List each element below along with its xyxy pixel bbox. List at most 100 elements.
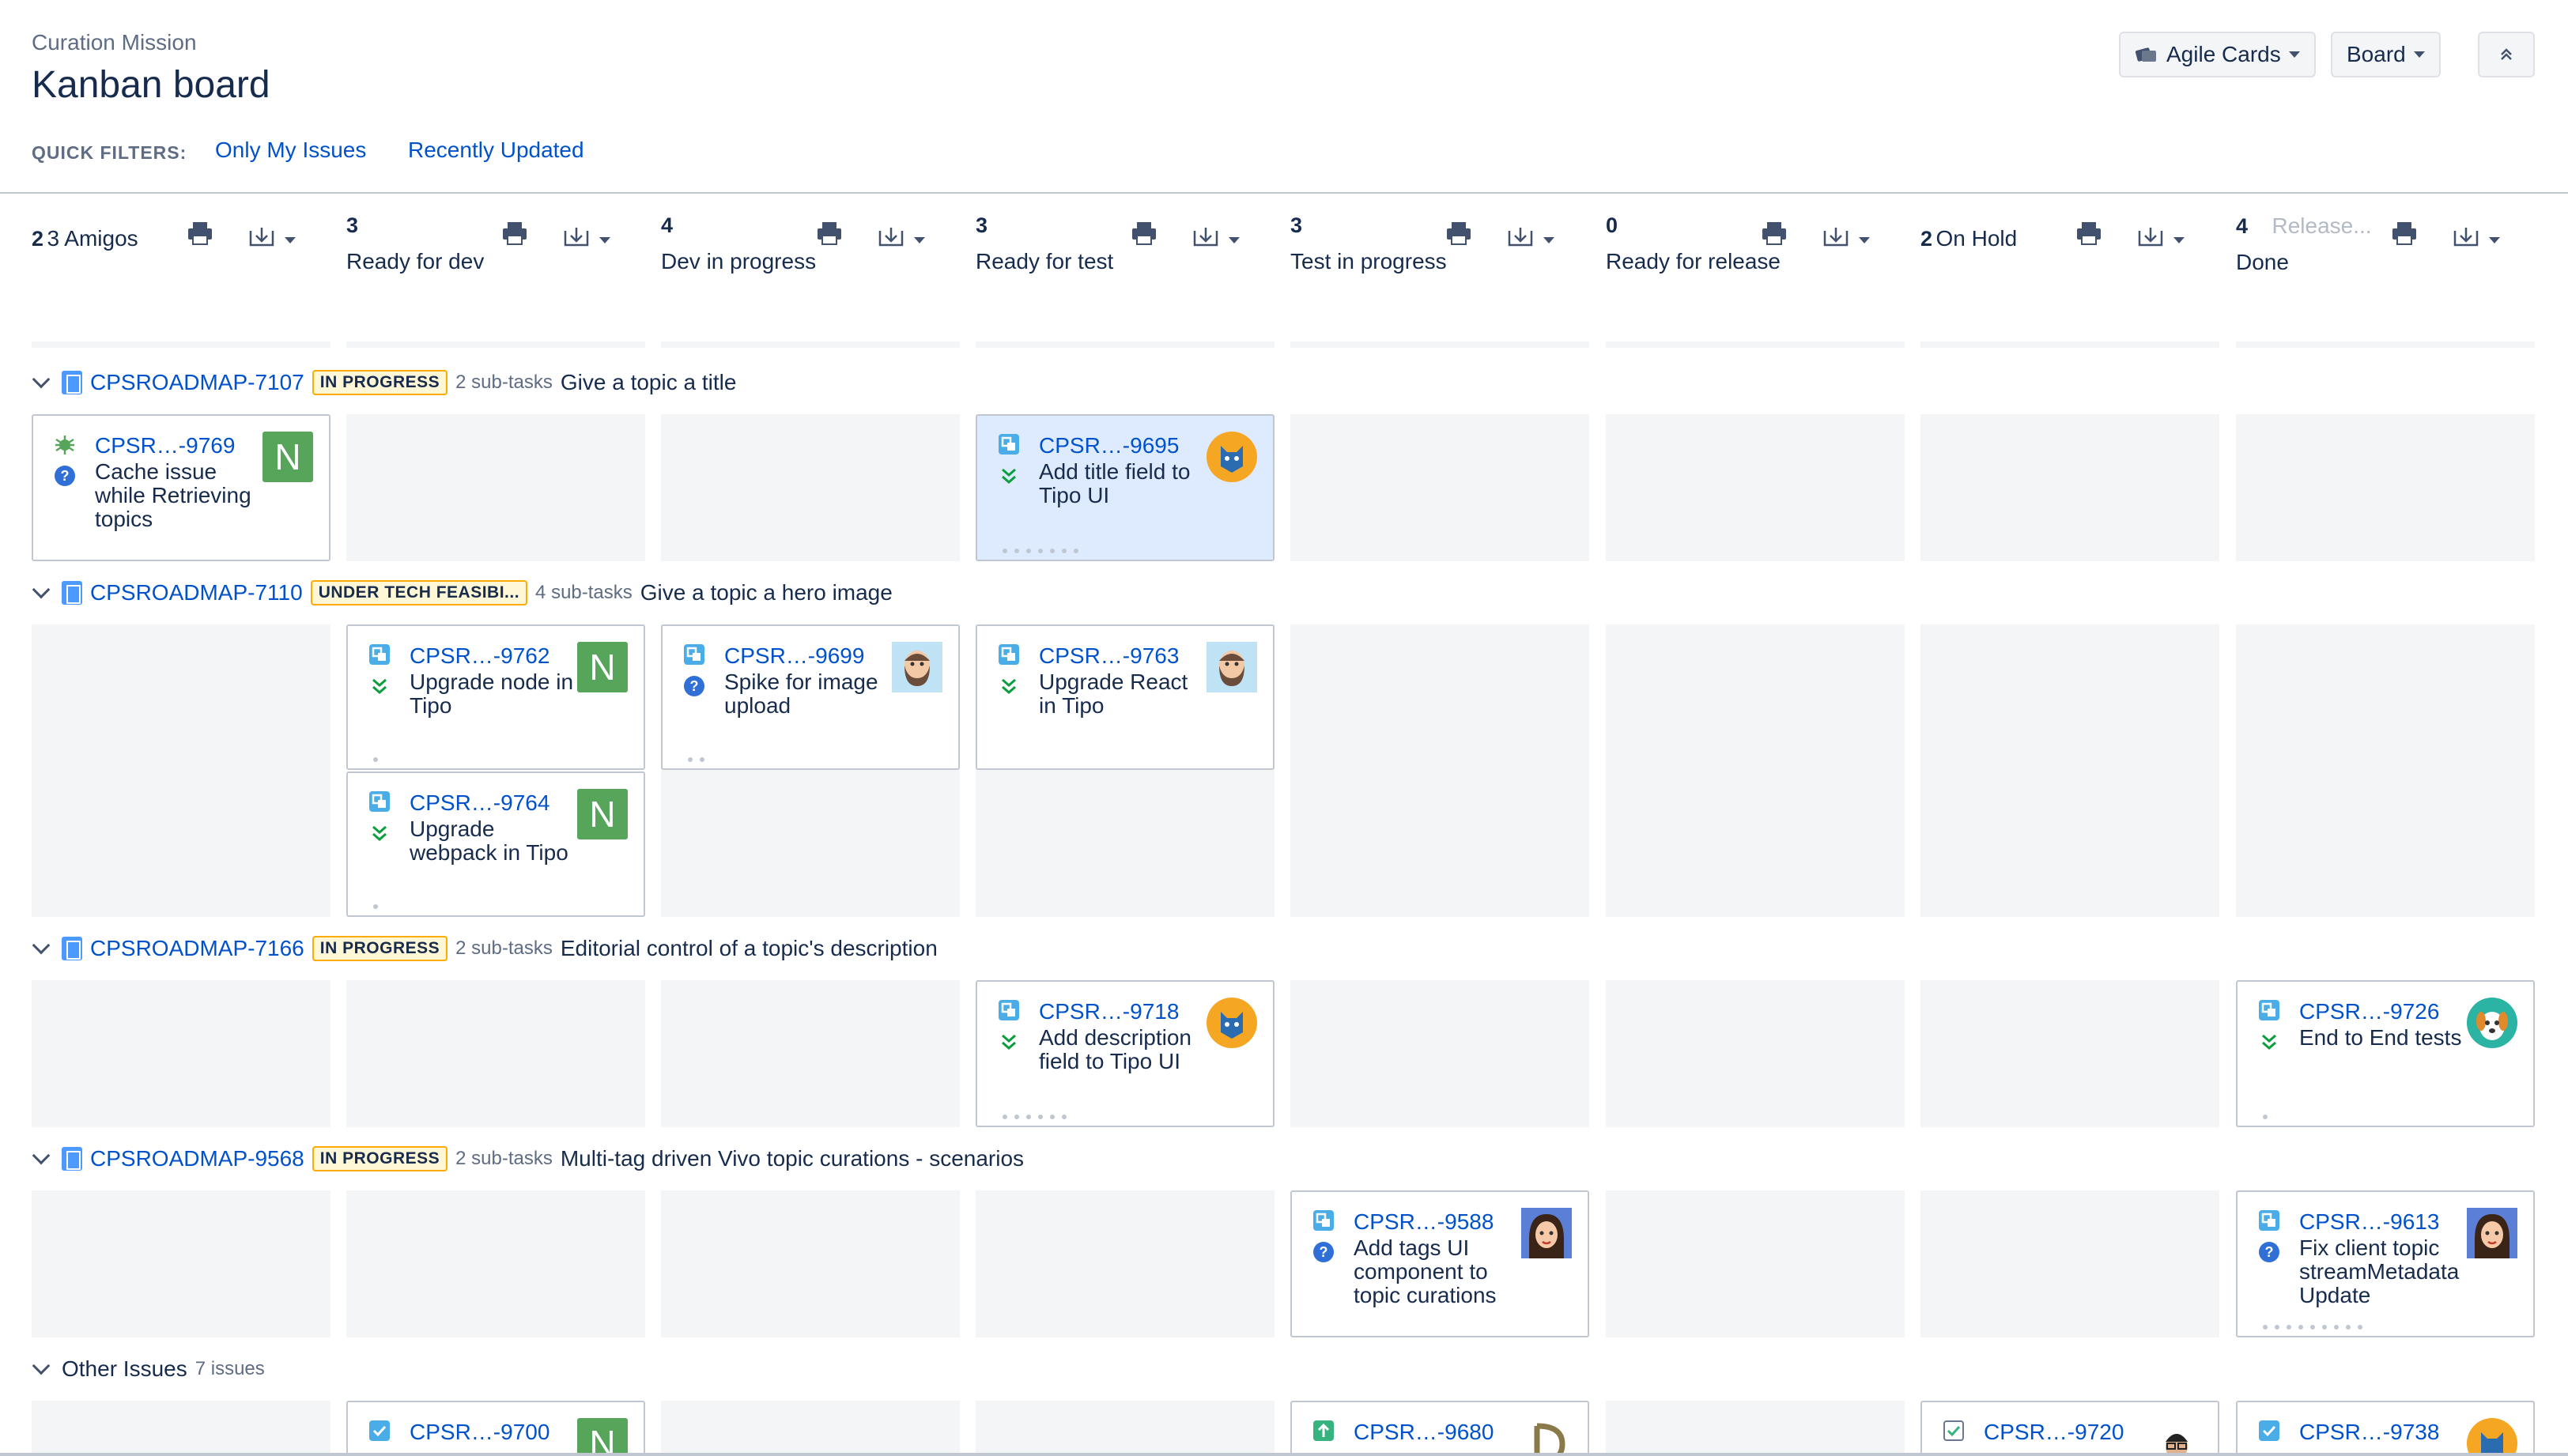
- issue-key[interactable]: CPSR…-9680: [1354, 1420, 1494, 1445]
- chevron-down-icon[interactable]: [32, 580, 51, 599]
- issue-key[interactable]: CPSR…-9763: [1039, 643, 1179, 669]
- swimlane-header[interactable]: CPSROADMAP-7107 IN PROGRESS 2 sub-tasks …: [32, 367, 736, 398]
- issue-summary: End to End tests: [2299, 1025, 2462, 1050]
- download-icon[interactable]: [2453, 224, 2479, 248]
- column-count: 4: [661, 213, 674, 237]
- issue-key[interactable]: CPSR…-9699: [724, 643, 864, 669]
- quick-filters-label: QUICK FILTERS:: [32, 142, 187, 163]
- issue-card[interactable]: CPSR…-9764 Upgrade webpack in Tipo N: [346, 771, 645, 917]
- download-icon[interactable]: [1192, 224, 1219, 248]
- project-name: Curation Mission: [32, 30, 197, 55]
- issue-card[interactable]: ? CPSR…-9769 Cache issue while Retrievin…: [32, 414, 330, 561]
- download-icon[interactable]: [563, 224, 590, 248]
- chevron-down-icon[interactable]: [32, 936, 51, 955]
- print-icon[interactable]: [1131, 221, 1157, 245]
- low-priority-icon: [2262, 1034, 2276, 1050]
- issue-card[interactable]: CPSR…-9720: [1920, 1401, 2219, 1456]
- issue-key[interactable]: CPSR…-9738: [2299, 1420, 2439, 1445]
- chevron-down-icon[interactable]: [32, 370, 51, 389]
- chevron-down-icon[interactable]: [914, 237, 925, 243]
- task-icon: [369, 1420, 390, 1441]
- board-cell: [1606, 624, 1905, 917]
- svg-text:?: ?: [1320, 1244, 1328, 1260]
- issue-card[interactable]: CPSR…-9680: [1290, 1401, 1589, 1456]
- download-icon[interactable]: [878, 224, 904, 248]
- bottom-border: [0, 1453, 2568, 1456]
- swimlane-key[interactable]: CPSROADMAP-9568: [90, 1146, 304, 1171]
- board-cell: [346, 1190, 645, 1337]
- issue-key[interactable]: CPSR…-9718: [1039, 999, 1179, 1024]
- issue-summary: Add title field to Tipo UI: [1039, 459, 1191, 507]
- download-icon[interactable]: [1822, 224, 1849, 248]
- issue-key[interactable]: CPSR…-9700: [410, 1420, 549, 1445]
- chevron-down-icon[interactable]: [285, 237, 296, 243]
- print-icon[interactable]: [816, 221, 843, 245]
- issue-key[interactable]: CPSR…-9588: [1354, 1209, 1494, 1235]
- swimlane-key[interactable]: CPSROADMAP-7166: [90, 936, 304, 961]
- chevron-down-icon[interactable]: [1543, 237, 1554, 243]
- board-button[interactable]: Board: [2331, 32, 2441, 77]
- issue-card[interactable]: CPSR…-9718 Add description field to Tipo…: [976, 980, 1275, 1127]
- swimlane-summary: Editorial control of a topic's descripti…: [560, 936, 938, 960]
- board-cell: [1606, 980, 1905, 1127]
- download-icon[interactable]: [2137, 224, 2164, 248]
- filter-only-my-issues[interactable]: Only My Issues: [215, 138, 366, 163]
- release-hint[interactable]: Release...: [2272, 213, 2371, 238]
- print-icon[interactable]: [1445, 221, 1472, 245]
- chevron-down-icon[interactable]: [32, 1146, 51, 1165]
- column-name: Ready for test: [976, 249, 1114, 273]
- print-icon[interactable]: [501, 221, 528, 245]
- subtask-icon: [684, 644, 704, 665]
- swimlane-key[interactable]: CPSROADMAP-7107: [90, 370, 304, 395]
- issue-key[interactable]: CPSR…-9726: [2299, 999, 2439, 1024]
- download-icon[interactable]: [1507, 224, 1534, 248]
- collapse-header-button[interactable]: [2478, 32, 2535, 77]
- print-icon[interactable]: [2075, 221, 2102, 245]
- board-cell: [1606, 1190, 1905, 1337]
- download-icon[interactable]: [248, 224, 275, 248]
- checkbox-icon: [1943, 1420, 1964, 1441]
- chevron-down-icon[interactable]: [32, 1356, 51, 1375]
- issue-key[interactable]: CPSR…-9695: [1039, 433, 1179, 458]
- swimlane-header[interactable]: CPSROADMAP-9568 IN PROGRESS 2 sub-tasks …: [32, 1143, 1024, 1175]
- issue-card[interactable]: CPSR…-9695 Add title field to Tipo UI: [976, 414, 1275, 561]
- chevron-down-icon[interactable]: [599, 237, 610, 243]
- avatar: [2467, 1418, 2517, 1456]
- issue-card[interactable]: CPSR…-9763 Upgrade React in Tipo: [976, 624, 1275, 770]
- swimlane-key[interactable]: CPSROADMAP-7110: [90, 580, 303, 605]
- agile-cards-button[interactable]: Agile Cards: [2119, 32, 2316, 77]
- print-icon[interactable]: [1761, 221, 1788, 245]
- issue-card[interactable]: CPSR…-9726 End to End tests: [2236, 980, 2535, 1127]
- filter-recently-updated[interactable]: Recently Updated: [408, 138, 584, 163]
- print-icon[interactable]: [2391, 221, 2418, 245]
- issue-summary: Fix client topic streamMetadata Update: [2299, 1235, 2460, 1307]
- board-cell: [1290, 980, 1589, 1127]
- chevron-down-icon[interactable]: [2173, 237, 2185, 243]
- issue-card[interactable]: CPSR…-9700 N: [346, 1401, 645, 1456]
- print-icon[interactable]: [187, 221, 213, 245]
- chevron-down-icon[interactable]: [1859, 237, 1870, 243]
- avatar: [1521, 1418, 1572, 1456]
- issue-key[interactable]: CPSR…-9762: [410, 643, 549, 669]
- issue-key[interactable]: CPSR…-9613: [2299, 1209, 2439, 1235]
- swimlane-header-other[interactable]: Other Issues 7 issues: [32, 1353, 265, 1385]
- swimlane-header[interactable]: CPSROADMAP-7166 IN PROGRESS 2 sub-tasks …: [32, 933, 938, 964]
- issue-card[interactable]: CPSR…-9762 Upgrade node in Tipo N: [346, 624, 645, 770]
- svg-text:?: ?: [2265, 1244, 2274, 1260]
- issue-card[interactable]: ? CPSR…-9613 Fix client topic streamMeta…: [2236, 1190, 2535, 1337]
- issue-key[interactable]: CPSR…-9764: [410, 790, 549, 816]
- issue-key[interactable]: CPSR…-9769: [95, 433, 235, 458]
- swimlane-summary: Give a topic a title: [560, 370, 737, 394]
- swimlane-header[interactable]: CPSROADMAP-7110 UNDER TECH FEASIBI... 4 …: [32, 577, 893, 609]
- chevron-down-icon[interactable]: [1229, 237, 1240, 243]
- chevron-down-icon[interactable]: [2489, 237, 2500, 243]
- issue-key[interactable]: CPSR…-9720: [1984, 1420, 2124, 1445]
- issue-summary: Add tags UI component to topic curations: [1354, 1235, 1497, 1307]
- issue-card[interactable]: ? CPSR…-9699 Spike for image upload: [661, 624, 960, 770]
- status-badge: IN PROGRESS: [312, 370, 448, 395]
- column-header-ready-for-dev: 3 Ready for dev: [346, 213, 645, 300]
- issue-card[interactable]: ? CPSR…-9588 Add tags UI component to to…: [1290, 1190, 1589, 1337]
- issue-card[interactable]: CPSR…-9738: [2236, 1401, 2535, 1456]
- status-badge: IN PROGRESS: [312, 1146, 448, 1171]
- question-icon: ?: [55, 466, 75, 486]
